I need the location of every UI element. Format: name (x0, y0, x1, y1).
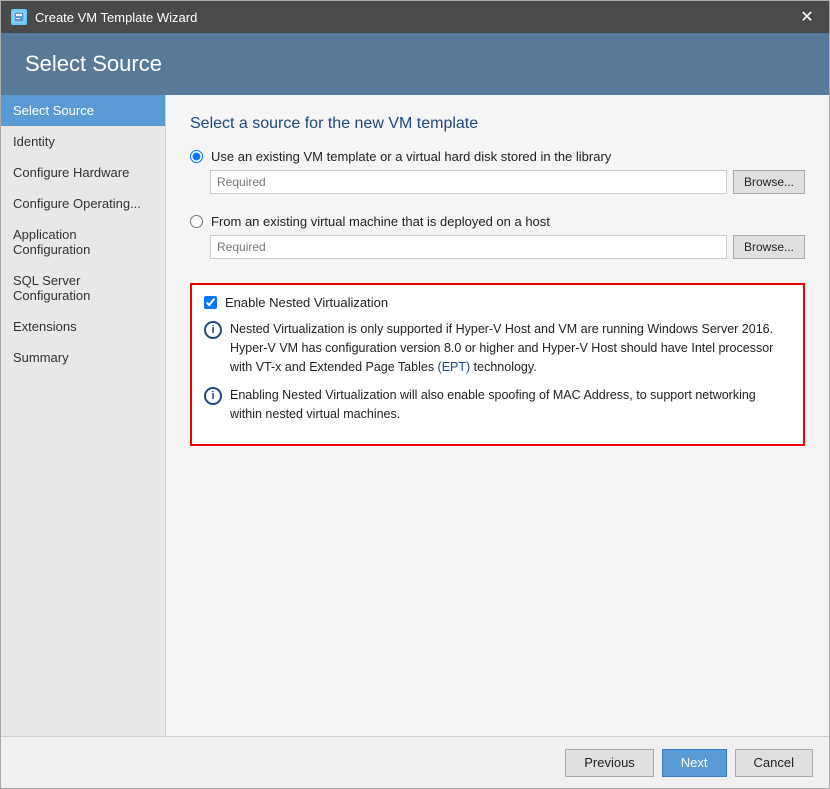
info-row-2: i Enabling Nested Virtualization will al… (204, 386, 791, 424)
sidebar-item-configure-hardware[interactable]: Configure Hardware (1, 157, 165, 188)
info-row-1: i Nested Virtualization is only supporte… (204, 320, 791, 376)
option2-browse-button[interactable]: Browse... (733, 235, 805, 259)
option2-input[interactable] (210, 235, 727, 259)
info-icon-2: i (204, 387, 222, 405)
title-bar: Create VM Template Wizard ✕ (1, 1, 829, 33)
info-text-1: Nested Virtualization is only supported … (230, 320, 791, 376)
option2-label[interactable]: From an existing virtual machine that is… (211, 214, 550, 229)
cancel-button[interactable]: Cancel (735, 749, 813, 777)
option2-input-row: Browse... (210, 235, 805, 259)
wizard-header-title: Select Source (25, 51, 805, 77)
option1-label[interactable]: Use an existing VM template or a virtual… (211, 149, 611, 164)
wizard-header: Select Source (1, 33, 829, 95)
main-panel: Select a source for the new VM template … (166, 95, 829, 736)
previous-button[interactable]: Previous (565, 749, 654, 777)
option1-radio[interactable] (190, 150, 203, 163)
option1-input-row: Browse... (210, 170, 805, 194)
section-title: Select a source for the new VM template (190, 115, 805, 133)
option2-group: From an existing virtual machine that is… (190, 214, 805, 271)
nested-virt-header: Enable Nested Virtualization (204, 295, 791, 310)
nested-virt-checkbox[interactable] (204, 296, 217, 309)
option1-group: Use an existing VM template or a virtual… (190, 149, 805, 206)
sidebar-item-select-source[interactable]: Select Source (1, 95, 165, 126)
sidebar-item-configure-operating[interactable]: Configure Operating... (1, 188, 165, 219)
content-area: Select Source Identity Configure Hardwar… (1, 95, 829, 736)
window-icon (11, 9, 27, 25)
sidebar-item-sql-server-configuration[interactable]: SQL Server Configuration (1, 265, 165, 311)
option1-input[interactable] (210, 170, 727, 194)
option2-radio-row: From an existing virtual machine that is… (190, 214, 805, 229)
info-icon-1: i (204, 321, 222, 339)
sidebar-item-application-configuration[interactable]: Application Configuration (1, 219, 165, 265)
wizard-footer: Previous Next Cancel (1, 736, 829, 788)
wizard-window: Create VM Template Wizard ✕ Select Sourc… (0, 0, 830, 789)
sidebar-item-identity[interactable]: Identity (1, 126, 165, 157)
next-button[interactable]: Next (662, 749, 727, 777)
sidebar-item-summary[interactable]: Summary (1, 342, 165, 373)
option2-radio[interactable] (190, 215, 203, 228)
option1-browse-button[interactable]: Browse... (733, 170, 805, 194)
sidebar-item-extensions[interactable]: Extensions (1, 311, 165, 342)
window-title: Create VM Template Wizard (35, 10, 795, 25)
sidebar: Select Source Identity Configure Hardwar… (1, 95, 166, 736)
close-button[interactable]: ✕ (795, 5, 819, 29)
nested-virtualization-panel: Enable Nested Virtualization i Nested Vi… (190, 283, 805, 446)
option1-radio-row: Use an existing VM template or a virtual… (190, 149, 805, 164)
nested-virt-checkbox-label[interactable]: Enable Nested Virtualization (225, 295, 388, 310)
info-text-2: Enabling Nested Virtualization will also… (230, 386, 791, 424)
